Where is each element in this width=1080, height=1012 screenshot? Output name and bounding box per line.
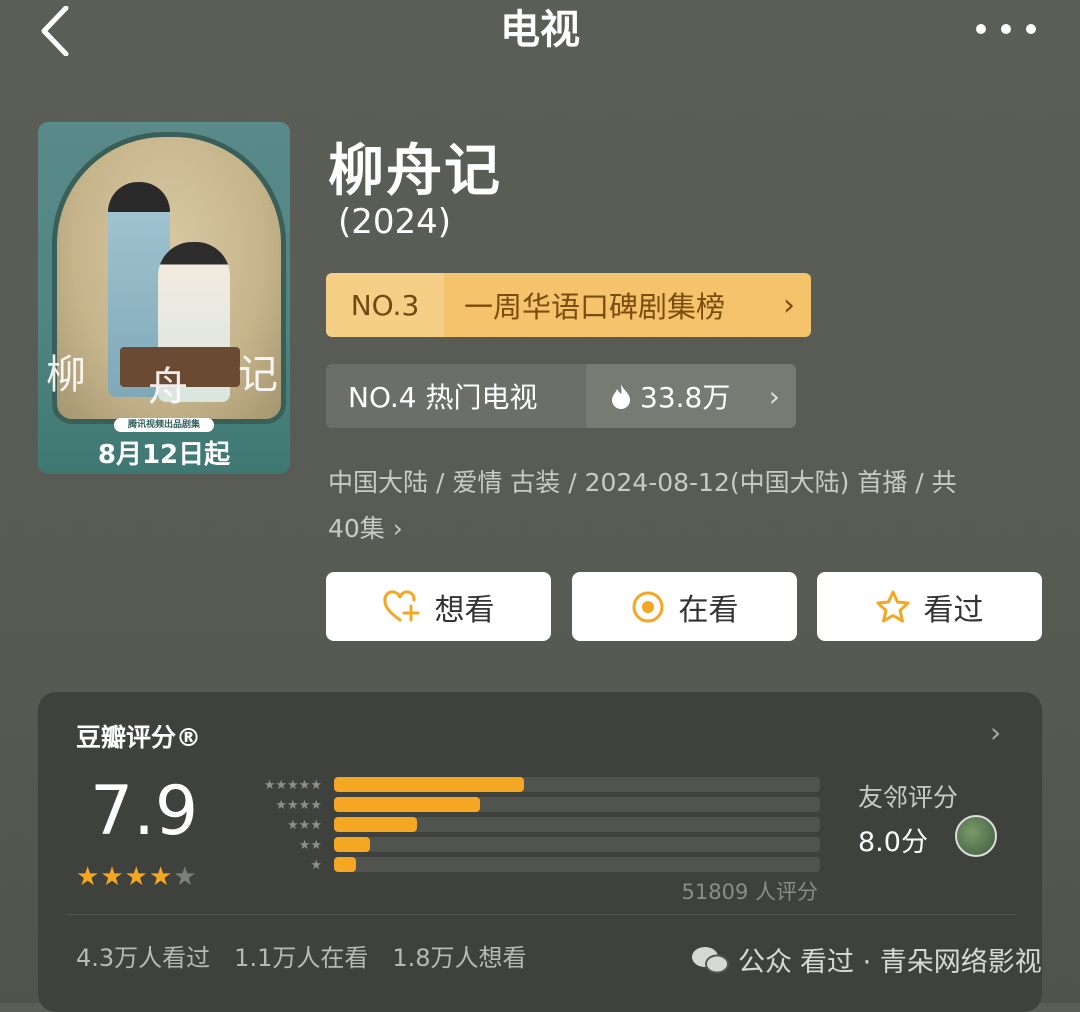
friend-rating-score: 8.0分 <box>858 827 928 858</box>
hot-rank-label: NO.4 热门电视 <box>326 364 586 428</box>
meta-line-1: 中国大陆 / 爱情 古装 / 2024-08-12(中国大陆) 首播 / 共 <box>328 468 957 497</box>
rating-bar-fill <box>334 777 524 792</box>
poster-calligraphy-3: 记 <box>238 352 278 398</box>
rating-bar-fill <box>334 857 356 872</box>
meta-line-2: 40集 › <box>328 506 1028 552</box>
rating-bar-5-star <box>334 777 820 792</box>
watermark-prefix: 公众 <box>738 947 792 978</box>
rating-bar-1-star <box>334 857 820 872</box>
want-to-watch-label: 想看 <box>434 592 495 628</box>
weekly-rank-label: 一周华语口碑剧集榜 › <box>444 273 811 337</box>
star-level-labels: ★★★★★ ★★★★ ★★★ ★★ ★ <box>230 776 322 876</box>
rating-score: 7.9 <box>90 772 199 851</box>
star-level-4: ★★★★ <box>275 798 322 813</box>
stat-want[interactable]: 1.8万人想看 <box>392 938 526 973</box>
show-title: 柳舟记 <box>328 138 502 204</box>
friend-avatar[interactable] <box>955 815 997 857</box>
watch-stats: 4.3万人看过 1.1万人在看 1.8万人想看 <box>76 938 527 973</box>
heart-plus-icon <box>382 589 419 621</box>
rating-bar-fill <box>334 837 371 852</box>
show-year: (2024) <box>338 202 452 242</box>
chevron-right-icon: › <box>783 287 795 323</box>
watermark: 公众 看过 · 青朵网络影视 <box>690 940 1042 979</box>
star-empty-icon: ★ <box>173 862 198 892</box>
poster-date: 8月12日起 <box>97 440 231 470</box>
weekly-rank-badge[interactable]: NO.3 一周华语口碑剧集榜 › <box>326 273 811 337</box>
watching-button[interactable]: 在看 <box>572 572 797 641</box>
more-options-button[interactable] <box>976 14 1036 44</box>
watched-label: 看过 <box>923 592 984 628</box>
poster-calligraphy-1: 柳 <box>46 352 86 398</box>
rating-bar-2-star <box>334 837 820 852</box>
star-filled-icon: ★ <box>124 862 149 892</box>
star-level-5: ★★★★★ <box>263 778 322 793</box>
heat-indicator: 33.8万 › <box>586 364 796 428</box>
weekly-rank-number: NO.3 <box>326 273 444 337</box>
star-filled-icon: ★ <box>148 862 174 892</box>
more-dot-icon <box>976 24 986 34</box>
stat-watching[interactable]: 1.1万人在看 <box>234 938 368 973</box>
friend-rating-label: 友邻评分 <box>858 783 959 812</box>
rating-card-title: 豆瓣评分® <box>76 723 202 752</box>
star-filled-icon: ★ <box>100 862 125 892</box>
episode-count: 40集 <box>328 514 385 543</box>
chevron-right-icon[interactable]: › <box>990 716 1001 749</box>
watching-label: 在看 <box>678 592 739 628</box>
rating-distribution <box>334 777 820 877</box>
heat-value: 33.8万 <box>640 381 731 414</box>
chevron-right-icon: › <box>768 379 780 413</box>
star-level-2: ★★ <box>298 838 322 853</box>
poster-calligraphy-2: 舟 <box>148 364 188 410</box>
star-level-1: ★ <box>310 858 322 873</box>
more-dot-icon <box>1026 24 1036 34</box>
poster-image[interactable]: 柳 舟 记 腾讯视频出品剧集 8月12日起 <box>38 122 290 474</box>
star-level-3: ★★★ <box>287 818 322 833</box>
divider <box>66 914 1016 915</box>
hot-rank-badge[interactable]: NO.4 热门电视 33.8万 › <box>326 364 796 428</box>
wechat-icon <box>692 946 729 973</box>
star-outline-icon <box>876 590 909 622</box>
chevron-right-icon: › <box>392 514 403 543</box>
star-filled-icon: ★ <box>76 862 101 892</box>
weekly-rank-text: 一周华语口碑剧集榜 <box>464 290 726 324</box>
watermark-text: 看过 · 青朵网络影视 <box>800 947 1042 978</box>
want-to-watch-button[interactable]: 想看 <box>326 572 551 641</box>
rating-count: 51809 人评分 <box>681 880 818 904</box>
stat-watched[interactable]: 4.3万人看过 <box>76 938 210 973</box>
target-icon <box>632 591 663 622</box>
rating-bar-4-star <box>334 797 820 812</box>
rating-stars: ★★★★★ <box>76 862 198 892</box>
more-dot-icon <box>1001 24 1011 34</box>
page-title: 电视 <box>500 7 580 53</box>
poster-studio-pill: 腾讯视频出品剧集 <box>114 418 214 432</box>
rating-bar-3-star <box>334 817 820 832</box>
rating-bar-fill <box>334 797 480 812</box>
show-meta[interactable]: 中国大陆 / 爱情 古装 / 2024-08-12(中国大陆) 首播 / 共 4… <box>328 460 1028 552</box>
rating-bar-fill <box>334 817 417 832</box>
watched-button[interactable]: 看过 <box>817 572 1042 641</box>
flame-icon <box>612 384 630 409</box>
